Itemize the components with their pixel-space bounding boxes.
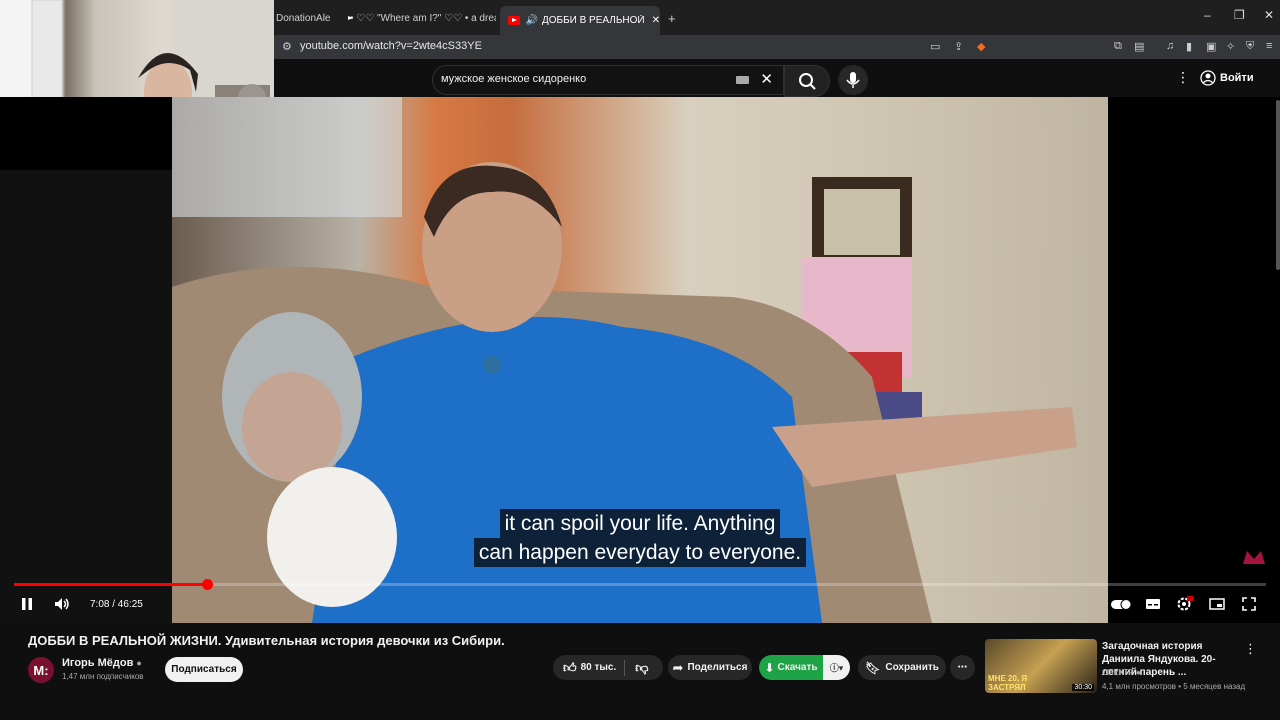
video-frame[interactable]: it can spoil your life. Anything can hap… (172, 97, 1108, 623)
close-tab-icon[interactable]: ✕ (652, 15, 660, 26)
recommended-meta: 4,1 млн просмотров • 5 месяцев назад (1102, 682, 1246, 691)
video-player[interactable]: it can spoil your life. Anything can hap… (0, 97, 1280, 623)
search-query: мужское женское сидоренко (441, 73, 587, 85)
subtitles-icon[interactable] (1145, 596, 1161, 615)
share-button[interactable]: ➦ Поделиться (668, 655, 752, 680)
download-options-button[interactable]: ⓘ▾ (823, 655, 850, 680)
like-dislike-group: 👍︎ 80 тыс. 👎︎ (553, 655, 663, 680)
tab-label: ДОББИ В РЕАЛЬНОЙ ЖИЗНИ (541, 15, 646, 26)
like-button[interactable]: 👍︎ 80 тыс. (553, 660, 616, 676)
more-actions-button[interactable]: ⋯ (950, 655, 975, 680)
video-duration: 30:30 (1072, 684, 1094, 691)
share-icon: ➦ (672, 659, 684, 675)
channel-watermark-icon[interactable] (1241, 547, 1267, 567)
channel-avatar[interactable]: M: (28, 657, 54, 683)
microphone-icon (846, 72, 860, 88)
new-tab-button[interactable]: + (668, 6, 676, 30)
browser-tab-bar: DonationAlert • ♡♡ "Where am I?" ♡♡ • a … (274, 0, 1280, 35)
tab-where-am-i[interactable]: • ♡♡ "Where am I?" ♡♡ • a dreamco (336, 6, 496, 30)
speaker-icon: 🔊 (525, 15, 538, 26)
recommended-channel[interactable]: СПЕКТР ● (1102, 668, 1141, 677)
tab-label: • ♡♡ "Where am I?" ♡♡ • a dreamco (350, 12, 496, 24)
recommended-thumbnail[interactable]: МНЕ 20, Я ЗАСТРЯЛ 30:30 (985, 639, 1097, 693)
close-window-button[interactable]: ✕ (1264, 8, 1274, 22)
player-letterbox (0, 170, 172, 623)
more-horizontal-icon: ⋯ (957, 662, 968, 673)
miniplayer-icon[interactable] (1209, 596, 1225, 615)
more-options-icon[interactable]: ⋮ (1176, 69, 1190, 86)
thumbnail-text: МНЕ 20, Я ЗАСТРЯЛ (988, 674, 1028, 692)
bookmark-icon: 🔖︎ (865, 660, 881, 675)
youtube-header: мужское женское сидоренко ✕ ⋮ Войти (274, 59, 1280, 97)
extensions-icon[interactable]: ⧉ (1114, 40, 1122, 53)
like-count: 80 тыс. (580, 662, 617, 673)
channel-name[interactable]: Игорь Мёдов ● (62, 657, 142, 669)
leo-icon[interactable]: ✧ (1226, 40, 1235, 53)
page-scrollbar[interactable] (1276, 100, 1280, 270)
settings-icon[interactable] (1176, 596, 1194, 615)
progress-scrubber[interactable] (201, 579, 213, 590)
verified-icon: ● (1135, 668, 1141, 677)
video-title: ДОББИ В РЕАЛЬНОЙ ЖИЗНИ. Удивительная ист… (28, 633, 505, 648)
thumbs-down-icon: 👎︎ (635, 659, 649, 675)
subtitle-overlay: it can spoil your life. Anything can hap… (172, 509, 1108, 567)
share-label: Поделиться (687, 662, 748, 673)
download-button[interactable]: ⬇ Скачать (759, 655, 823, 680)
save-button[interactable]: 🔖︎ Сохранить (858, 655, 946, 680)
minimize-button[interactable]: – (1204, 8, 1211, 22)
voice-search-button[interactable] (838, 65, 868, 95)
brave-shield-icon[interactable]: ◆ (977, 40, 985, 53)
login-label: Войти (1220, 72, 1254, 84)
download-label: Скачать (777, 662, 818, 673)
fullscreen-icon[interactable] (1241, 596, 1257, 615)
clear-search-icon[interactable]: ✕ (760, 70, 773, 88)
wallet-icon[interactable]: ▣ (1206, 40, 1216, 53)
subscribe-button[interactable]: Подписаться (165, 657, 243, 682)
youtube-favicon-icon (508, 16, 520, 25)
subscriber-count: 1,47 млн подписчиков (62, 672, 144, 681)
search-icon (799, 73, 816, 90)
volume-icon[interactable] (53, 596, 71, 615)
channel-name-label: Игорь Мёдов (62, 657, 134, 669)
search-input[interactable]: мужское женское сидоренко ✕ (432, 65, 784, 95)
subtitle-line-1: it can spoil your life. Anything (499, 509, 781, 538)
download-icon: ⬇ (764, 660, 775, 675)
save-label: Сохранить (885, 662, 939, 673)
progress-bar[interactable] (14, 579, 1266, 590)
progress-played (14, 583, 207, 586)
info-chevron-icon: ⓘ▾ (829, 663, 844, 673)
music-icon[interactable]: ♫ (1166, 40, 1174, 52)
player-controls: 7:08 / 46:25 (0, 592, 1280, 622)
tab-dobby-active[interactable]: 🔊 ДОББИ В РЕАЛЬНОЙ ЖИЗНИ ✕ (500, 6, 660, 35)
address-bar: ⚙ youtube.com/watch?v=2wte4cS33YE ▭ ⇪ ◆ … (274, 35, 1280, 59)
account-icon (1200, 70, 1216, 86)
thumbs-up-icon: 👍︎ (563, 659, 577, 675)
verified-icon: ● (136, 658, 142, 668)
keyboard-icon[interactable] (736, 76, 749, 84)
search-button[interactable] (784, 65, 830, 97)
autoplay-toggle-icon[interactable] (1110, 596, 1132, 615)
pause-icon[interactable] (20, 596, 34, 615)
sidebar-icon[interactable]: ▮ (1186, 40, 1192, 53)
reader-icon[interactable]: ▤ (1134, 40, 1144, 53)
share-page-icon[interactable]: ⇪ (954, 40, 963, 53)
url-field[interactable]: youtube.com/watch?v=2wte4cS33YE (300, 40, 482, 52)
login-button[interactable]: Войти (1200, 65, 1254, 91)
subtitle-line-2: can happen everyday to everyone. (473, 538, 807, 567)
dislike-button[interactable]: 👎︎ (625, 660, 648, 676)
cast-icon[interactable]: ▭ (930, 40, 940, 53)
tab-label: DonationAlert (276, 12, 330, 24)
restore-button[interactable]: ❐ (1234, 8, 1245, 22)
recommended-more-icon[interactable]: ⋮ (1244, 641, 1257, 657)
site-settings-icon[interactable]: ⚙ (282, 40, 292, 53)
vpn-icon[interactable]: ⛨ (1246, 40, 1254, 53)
recommended-channel-name: СПЕКТР (1102, 668, 1134, 677)
menu-icon[interactable]: ≡ (1266, 40, 1272, 52)
tab-donationalerts[interactable]: DonationAlert (274, 6, 330, 30)
time-display: 7:08 / 46:25 (90, 599, 143, 610)
